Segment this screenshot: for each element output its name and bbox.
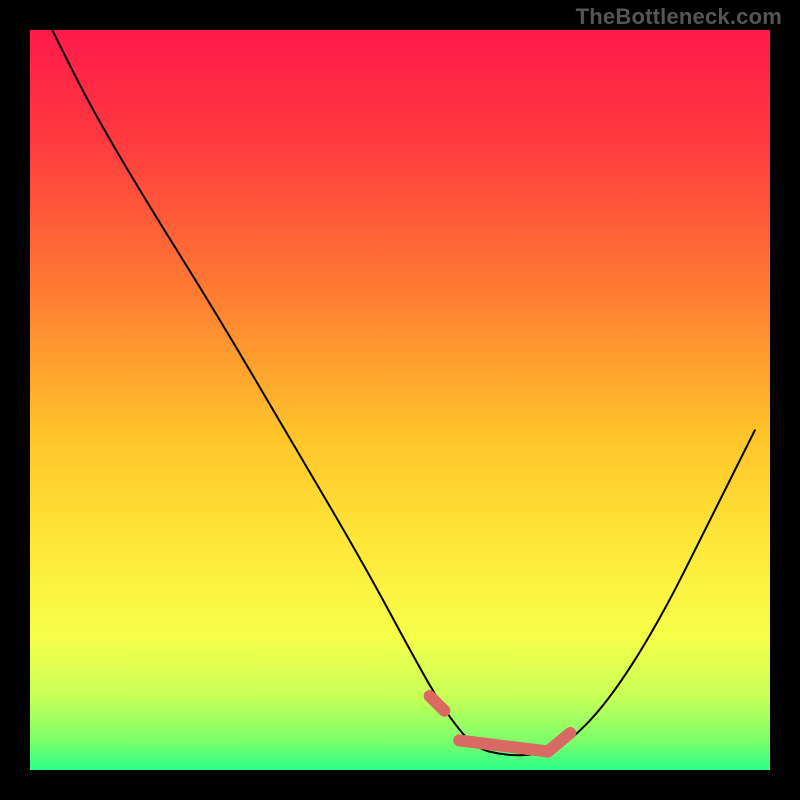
plot-background [30, 30, 770, 770]
chart-stage: TheBottleneck.com [0, 0, 800, 800]
bottleneck-chart [0, 0, 800, 800]
